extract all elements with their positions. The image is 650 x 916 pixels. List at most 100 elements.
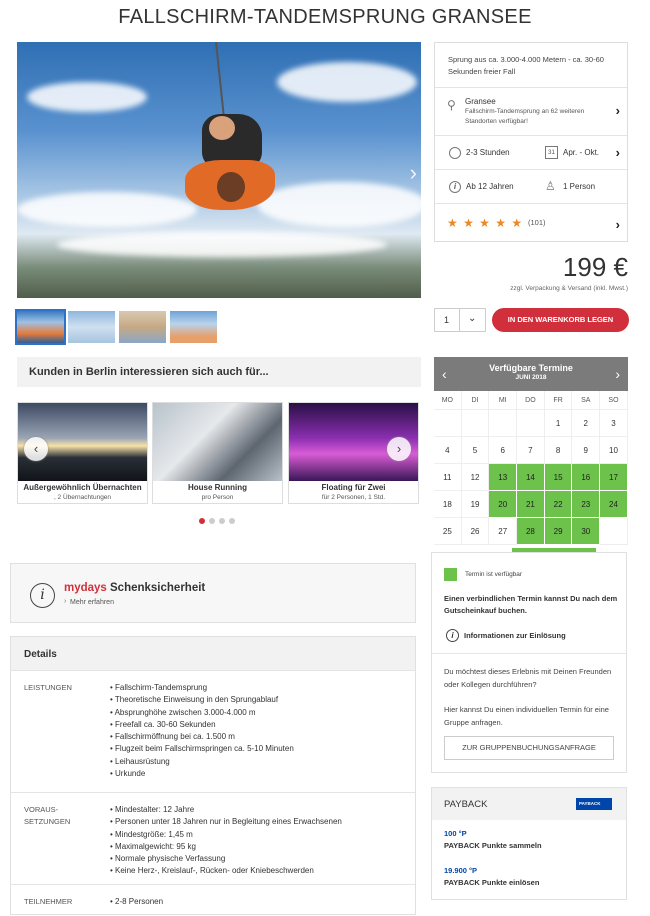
details-row: TEILNEHMER • 2-8 Personen <box>11 884 415 916</box>
calendar-day <box>461 410 490 437</box>
calendar-weekday: MI <box>489 391 518 410</box>
calendar-header: ‹ Verfügbare Termine JUNI 2018 › <box>434 357 628 391</box>
carousel-dot[interactable] <box>219 518 225 524</box>
details-heading: Details <box>11 637 415 670</box>
calendar-day-available[interactable]: 21 <box>517 491 545 518</box>
product-description: Sprung aus ca. 3.000-4.000 Metern - ca. … <box>448 55 604 76</box>
calendar-month: JUNI 2018 <box>515 374 547 381</box>
details-list: • Mindestalter: 12 Jahre • Personen unter… <box>110 804 342 878</box>
details-section: Details LEISTUNGEN • Fallschirm-Tandemsp… <box>10 636 416 915</box>
hero-image[interactable]: › <box>17 42 421 298</box>
duration-text: 2-3 Stunden <box>466 148 510 157</box>
chevron-right-icon[interactable]: › <box>616 217 620 232</box>
card-subtitle: , 2 Übernachtungen <box>53 494 112 501</box>
calendar-day: 11 <box>434 464 462 491</box>
calendar-day: 7 <box>517 437 545 464</box>
thumbnail-3[interactable] <box>119 311 166 343</box>
calendar-day: 12 <box>461 464 490 491</box>
interest-heading: Kunden in Berlin interessieren sich auch… <box>17 357 421 387</box>
group-booking-button[interactable]: ZUR GRUPPENBUCHUNGSANFRAGE <box>444 736 614 760</box>
calendar-day-available[interactable]: 28 <box>517 518 545 545</box>
details-list-item: • Urkunde <box>110 769 146 779</box>
calendar-day <box>434 410 462 437</box>
card-subtitle: für 2 Personen, 1 Std. <box>321 494 386 501</box>
group-text: Hier kannst Du einen individuellen Termi… <box>444 705 609 727</box>
recommendation-card[interactable]: House Running pro Person <box>152 402 283 504</box>
details-label: LEISTUNGEN <box>24 683 72 692</box>
calendar-day: 4 <box>434 437 462 464</box>
payback-box: PAYBACK PAYBACK 100 °P PAYBACK Punkte sa… <box>431 787 627 900</box>
carousel-prev-button[interactable]: ‹ <box>24 437 48 461</box>
gift-safety-box[interactable]: i mydays Schenksicherheit › Mehr erfahre… <box>10 563 416 623</box>
details-row: VORAUS- SETZUNGEN • Mindestalter: 12 Jah… <box>11 792 415 884</box>
thumbnail-1[interactable] <box>15 309 66 345</box>
calendar-day-available[interactable]: 29 <box>544 518 573 545</box>
carousel-dot[interactable] <box>229 518 235 524</box>
location-pin-icon: ⚲ <box>447 98 456 112</box>
calendar-day <box>517 410 545 437</box>
calendar-day: 27 <box>489 518 518 545</box>
calendar-day-available[interactable]: 23 <box>572 491 601 518</box>
quantity-value: 1 <box>444 315 450 325</box>
duration-season-row[interactable]: 2-3 Stunden 31 Apr. - Okt. › <box>435 136 627 170</box>
quantity-select[interactable]: 1 ⌄ <box>434 308 486 332</box>
calendar-title: Verfügbare Termine <box>489 363 573 373</box>
card-subtitle: pro Person <box>201 494 234 501</box>
collect-points: 100 °P <box>444 829 467 838</box>
rating-row[interactable]: ★ ★ ★ ★ ★ (101) › <box>435 204 627 242</box>
card-title: Außergewöhnlich Übernachten <box>23 483 142 492</box>
calendar-day: 2 <box>572 410 601 437</box>
details-label: TEILNEHMER <box>24 897 73 906</box>
calendar-day-available[interactable]: 22 <box>544 491 573 518</box>
thumbnail-4[interactable] <box>170 311 217 343</box>
calendar-day-available[interactable]: 17 <box>600 464 628 491</box>
calendar-weekday: SA <box>572 391 601 410</box>
calendar-day-available[interactable]: 20 <box>489 491 518 518</box>
calendar-next-icon[interactable]: › <box>615 366 620 382</box>
gift-safety-title: Schenksicherheit <box>110 582 206 594</box>
add-to-cart-button[interactable]: IN DEN WARENKORB LEGEN <box>492 308 629 332</box>
payback-logo: PAYBACK <box>576 798 612 810</box>
calendar-day: 10 <box>600 437 628 464</box>
available-legend: Termin ist verfügbar <box>465 571 523 578</box>
details-list-item: • Keine Herz-, Kreislauf-, Rücken- oder … <box>110 866 314 876</box>
calendar-day: 3 <box>600 410 628 437</box>
carousel-next-button[interactable]: › <box>387 437 411 461</box>
details-label: VORAUS- SETZUNGEN <box>24 805 71 826</box>
redeem-label: PAYBACK Punkte einlösen <box>444 878 540 887</box>
details-row: LEISTUNGEN • Fallschirm-Tandemsprung • Th… <box>11 670 415 792</box>
calendar-day <box>489 410 518 437</box>
details-list-item: • Flugzeit beim Fallschirmspringen ca. 5… <box>110 744 294 754</box>
available-legend-swatch <box>444 568 457 581</box>
booking-info-box: Termin ist verfügbar Einen verbindlichen… <box>431 552 627 773</box>
calendar-prev-icon[interactable]: ‹ <box>442 366 447 382</box>
calendar-day: 1 <box>544 410 573 437</box>
carousel-dot[interactable] <box>199 518 205 524</box>
thumbnail-2[interactable] <box>68 311 115 343</box>
calendar-day: 9 <box>572 437 601 464</box>
calendar-day-available[interactable]: 30 <box>572 518 601 545</box>
location-row[interactable]: ⚲ Gransee Fallschirm-Tandemsprung an 62 … <box>435 88 627 136</box>
chevron-right-icon[interactable]: › <box>616 103 620 118</box>
price: 199 € <box>562 252 628 282</box>
calendar-day-available[interactable]: 24 <box>600 491 628 518</box>
calendar-day-available[interactable]: 16 <box>572 464 601 491</box>
age-text: Ab 12 Jahren <box>466 182 514 191</box>
calendar-day-available[interactable]: 15 <box>544 464 573 491</box>
calendar-day: 6 <box>489 437 518 464</box>
page-title: FALLSCHIRM-TANDEMSPRUNG GRANSEE <box>118 6 532 28</box>
season-text: Apr. - Okt. <box>563 148 600 157</box>
calendar-weekday: DO <box>517 391 545 410</box>
redeem-points: 19.900 °P <box>444 866 478 875</box>
calendar-day-available[interactable]: 14 <box>517 464 545 491</box>
calendar-weekday: SO <box>600 391 628 410</box>
carousel-dot[interactable] <box>209 518 215 524</box>
details-list-item: • Fallschirm-Tandemsprung <box>110 683 208 692</box>
next-image-icon[interactable]: › <box>410 160 417 186</box>
chevron-right-icon[interactable]: › <box>616 145 620 160</box>
calendar-day-available[interactable]: 13 <box>489 464 518 491</box>
more-link[interactable]: Mehr erfahren <box>70 599 114 606</box>
rating-count: (101) <box>528 218 546 227</box>
details-list-item: • Mindestgröße: 1,45 m <box>110 829 193 839</box>
redeem-info-link[interactable]: Informationen zur Einlösung <box>464 631 566 640</box>
